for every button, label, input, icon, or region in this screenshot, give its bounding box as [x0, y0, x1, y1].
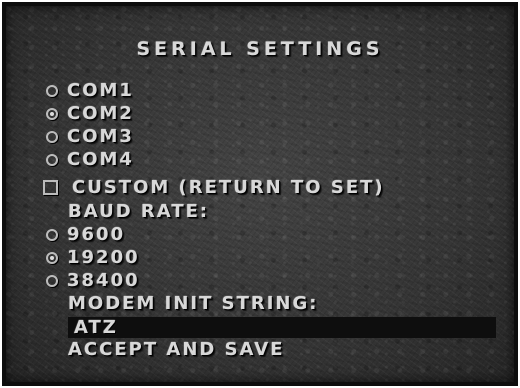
- accept-and-save-button[interactable]: ACCEPT AND SAVE: [68, 338, 285, 362]
- radio-icon: [46, 153, 58, 166]
- baud-19200-option[interactable]: 19200: [46, 246, 140, 269]
- com1-option[interactable]: COM1: [46, 79, 134, 102]
- custom-label: CUSTOM (RETURN TO SET): [72, 177, 385, 198]
- radio-selected-icon: [46, 107, 58, 120]
- custom-option[interactable]: CUSTOM (RETURN TO SET): [43, 176, 385, 199]
- serial-settings-panel: SERIAL SETTINGS COM1 COM2 COM3 COM4 CUST…: [2, 2, 518, 386]
- baud-38400-option[interactable]: 38400: [46, 269, 140, 292]
- baud-9600-label: 9600: [67, 224, 126, 245]
- modem-init-heading: MODEM INIT STRING:: [68, 293, 319, 314]
- com3-option[interactable]: COM3: [46, 125, 134, 148]
- baud-9600-option[interactable]: 9600: [46, 223, 125, 246]
- radio-icon: [46, 274, 58, 287]
- baud-38400-label: 38400: [67, 270, 140, 291]
- modem-init-value: ATZ: [74, 317, 118, 338]
- com4-label: COM4: [67, 149, 134, 170]
- radio-icon: [46, 228, 58, 241]
- radio-selected-icon: [46, 251, 58, 264]
- radio-icon: [46, 130, 58, 143]
- com2-option[interactable]: COM2: [46, 102, 134, 125]
- radio-icon: [46, 84, 58, 97]
- baud-rate-heading: BAUD RATE:: [68, 201, 210, 222]
- modem-init-input[interactable]: ATZ: [68, 317, 496, 338]
- com1-label: COM1: [67, 80, 134, 101]
- checkbox-icon: [43, 180, 58, 195]
- baud-19200-label: 19200: [67, 247, 140, 268]
- menu-title: SERIAL SETTINGS: [136, 38, 384, 60]
- com4-option[interactable]: COM4: [46, 148, 134, 171]
- com2-label: COM2: [67, 103, 134, 124]
- com3-label: COM3: [67, 126, 134, 147]
